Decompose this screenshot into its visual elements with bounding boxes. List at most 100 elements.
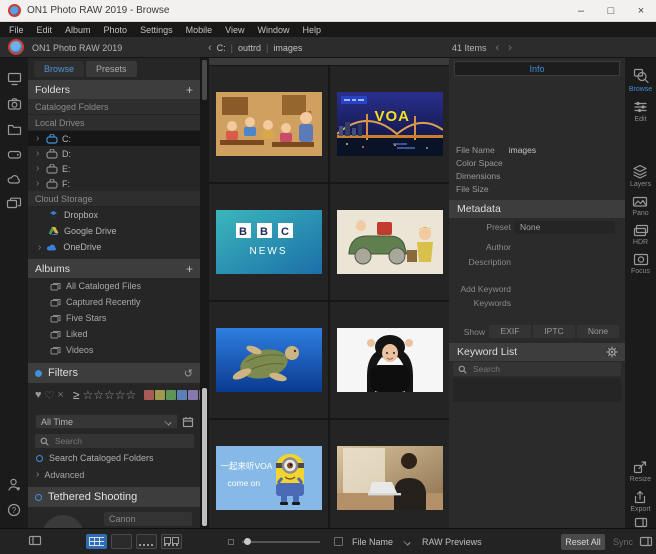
cloud-row-onedrive[interactable]: › OneDrive xyxy=(28,239,200,255)
module-layers[interactable]: Layers xyxy=(630,164,651,188)
thumbnail-voa-bridge[interactable]: VOA xyxy=(330,66,449,182)
calendar-icon[interactable] xyxy=(182,416,194,428)
cataloged-folders-label[interactable]: Cataloged Folders xyxy=(28,99,200,115)
exif-button[interactable]: EXIF xyxy=(489,325,531,338)
camera-select[interactable]: Canon xyxy=(104,512,192,526)
thumbnail-minion-voa[interactable]: 一起来听VOA come on xyxy=(209,420,328,536)
time-range-dropdown[interactable]: All Time xyxy=(35,414,178,429)
album-row-liked[interactable]: Liked xyxy=(28,326,200,342)
minimize-button[interactable]: – xyxy=(566,5,596,17)
prev-item-button[interactable]: ‹ xyxy=(496,42,500,54)
tab-browse[interactable]: Browse xyxy=(34,61,84,77)
color-swatch-blue[interactable] xyxy=(177,390,187,400)
album-row-captured-recently[interactable]: Captured Recently xyxy=(28,294,200,310)
thumbnail-portrait-woman[interactable] xyxy=(330,302,449,418)
menu-album[interactable]: Album xyxy=(65,25,91,35)
add-album-button[interactable]: + xyxy=(186,262,193,276)
dislike-filter-icon[interactable]: × xyxy=(57,389,63,401)
iptc-button[interactable]: IPTC xyxy=(533,325,575,338)
maximize-button[interactable]: □ xyxy=(596,5,626,17)
sort-by-dropdown[interactable]: File Name xyxy=(352,537,393,547)
thumbnail-size-slider[interactable] xyxy=(242,541,320,543)
advanced-expander[interactable]: › Advanced xyxy=(28,463,200,480)
drive-icon[interactable] xyxy=(7,147,22,161)
slider-knob[interactable] xyxy=(244,538,251,545)
color-swatch-red[interactable] xyxy=(144,390,154,400)
breadcrumb-subfolder[interactable]: images xyxy=(273,43,302,53)
menu-window[interactable]: Window xyxy=(257,25,289,35)
menu-edit[interactable]: Edit xyxy=(37,25,53,35)
star-rating-filter[interactable]: ☆☆☆☆☆ xyxy=(82,388,136,402)
reset-all-button[interactable]: Reset All xyxy=(561,534,605,550)
compare-view-button[interactable] xyxy=(161,534,182,549)
module-hdr[interactable]: HDR xyxy=(633,224,649,246)
color-swatch-green[interactable] xyxy=(166,390,176,400)
breadcrumb-drive[interactable]: C: xyxy=(217,43,226,53)
camera-icon[interactable] xyxy=(7,97,22,111)
menu-view[interactable]: View xyxy=(225,25,244,35)
info-button[interactable]: Info xyxy=(454,61,620,76)
drive-row-d[interactable]: › D: xyxy=(28,146,200,161)
panel-left-toggle-icon[interactable] xyxy=(28,535,42,546)
tool-resize[interactable]: Resize xyxy=(630,460,651,483)
filter-search-input[interactable] xyxy=(53,435,173,447)
thumbnail-sea-turtle[interactable] xyxy=(209,302,328,418)
sidebar-scrollbar[interactable] xyxy=(200,58,209,528)
menu-mobile[interactable]: Mobile xyxy=(186,25,213,35)
module-browse[interactable]: Browse xyxy=(629,68,652,93)
panel-right-toggle-icon[interactable] xyxy=(639,536,653,547)
close-button[interactable]: × xyxy=(626,5,656,17)
none-button[interactable]: None xyxy=(577,325,619,338)
thumbnail-bbc-news[interactable]: B B C NEWS xyxy=(209,184,328,300)
album-row-five-stars[interactable]: Five Stars xyxy=(28,310,200,326)
breadcrumb-back-icon[interactable]: ‹ xyxy=(208,42,212,54)
grid-view-button[interactable] xyxy=(86,534,107,549)
gear-icon[interactable] xyxy=(606,346,618,358)
menu-photo[interactable]: Photo xyxy=(104,25,128,35)
drive-row-c[interactable]: › C: xyxy=(28,131,200,146)
color-swatch-yellow[interactable] xyxy=(155,390,165,400)
expand-icon[interactable]: › xyxy=(38,242,41,253)
photos-icon[interactable] xyxy=(6,197,22,211)
color-swatch-purple[interactable] xyxy=(188,390,198,400)
preset-dropdown[interactable]: None xyxy=(515,221,615,234)
tab-presets[interactable]: Presets xyxy=(86,61,137,77)
search-cataloged-toggle[interactable]: Search Cataloged Folders xyxy=(28,448,200,463)
menu-settings[interactable]: Settings xyxy=(140,25,173,35)
expand-icon[interactable]: › xyxy=(36,178,42,189)
thumbnail-classroom[interactable] xyxy=(209,66,328,182)
fire-button[interactable]: Fire xyxy=(42,515,84,528)
unset-like-filter-icon[interactable]: ♡ xyxy=(45,389,55,402)
album-row-all-cataloged[interactable]: All Cataloged Files xyxy=(28,278,200,294)
detail-view-button[interactable] xyxy=(111,534,132,549)
keyword-search-input[interactable] xyxy=(471,363,591,375)
thumbnail-car-cartoon[interactable] xyxy=(330,184,449,300)
cloud-row-dropbox[interactable]: Dropbox xyxy=(28,207,200,223)
panel-right-toggle-icon[interactable] xyxy=(634,517,648,528)
like-filter-icon[interactable]: ♥ xyxy=(35,389,42,401)
rating-gte-icon[interactable]: ≥ xyxy=(73,388,80,402)
expand-icon[interactable]: › xyxy=(36,148,42,159)
user-icon[interactable] xyxy=(7,477,22,492)
cloud-icon[interactable] xyxy=(7,172,22,186)
next-item-button[interactable]: › xyxy=(508,42,512,54)
module-focus[interactable]: Focus xyxy=(631,253,650,275)
album-row-videos[interactable]: Videos xyxy=(28,342,200,358)
folder-icon[interactable] xyxy=(7,122,22,136)
expand-icon[interactable]: › xyxy=(36,163,42,174)
thumbnail-man-laptop[interactable] xyxy=(330,420,449,536)
label-checkbox[interactable] xyxy=(334,537,343,546)
chevron-down-icon[interactable] xyxy=(404,538,411,545)
sync-button[interactable]: Sync xyxy=(610,534,636,550)
monitor-icon[interactable] xyxy=(7,72,22,86)
menu-file[interactable]: File xyxy=(9,25,24,35)
breadcrumb-folder[interactable]: outtrd xyxy=(238,43,261,53)
drive-row-f[interactable]: › F: xyxy=(28,176,200,191)
module-pano[interactable]: Pano xyxy=(632,195,648,217)
cloud-row-google-drive[interactable]: Google Drive xyxy=(28,223,200,239)
help-icon[interactable]: ? xyxy=(7,503,21,517)
drive-row-e[interactable]: › E: xyxy=(28,161,200,176)
raw-previews-button[interactable]: RAW Previews xyxy=(422,537,482,547)
filmstrip-view-button[interactable] xyxy=(136,534,157,549)
module-edit[interactable]: Edit xyxy=(633,100,649,123)
